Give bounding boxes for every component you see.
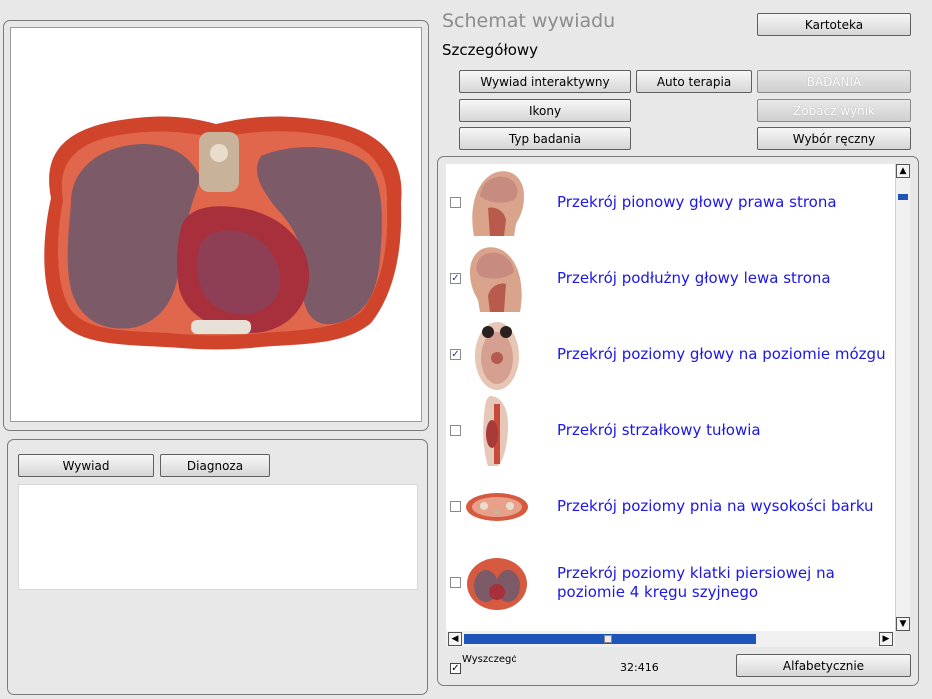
item-label[interactable]: Przekrój poziomy głowy na poziomie mózgu [557,345,887,364]
auto-terapia-button[interactable]: Auto terapia [636,70,752,93]
notes-panel: Wywiad Diagnoza [7,439,428,695]
item-label[interactable]: Przekrój strzałkowy tułowia [557,421,887,440]
zobacz-wynik-button[interactable]: Zobacz wynik [757,99,911,122]
list-item[interactable]: ✓ Przekrój podłużny głowy lewa strona [446,240,895,316]
detailed-checkbox-label: Wyszczegół [462,655,516,665]
wywiad-interaktywny-button[interactable]: Wywiad interaktywny [459,70,631,93]
list-item[interactable]: Przekrój strzałkowy tułowia [446,392,895,468]
wybor-reczny-button[interactable]: Wybór ręczny [757,127,911,150]
sagittal-head-left-icon [470,247,522,312]
axial-chest-icon [467,558,527,610]
list-item[interactable]: Przekrój pionowy głowy prawa strona [446,164,895,240]
item-checkbox[interactable]: ✓ [450,349,461,360]
page-subtitle: Szczegółowy [442,41,539,59]
diagnoza-button[interactable]: Diagnoza [160,454,270,477]
item-checkbox[interactable] [450,501,461,512]
kartoteka-button[interactable]: Kartoteka [757,13,911,36]
notes-textarea[interactable] [18,484,418,590]
list-vertical-scrollbar[interactable]: ▲ ▼ [895,164,910,631]
chest-cross-section-image [44,116,402,350]
record-counter: 32:416 [620,661,659,674]
sagittal-head-right-icon [472,171,524,236]
axial-shoulder-icon [466,493,528,521]
thumb-grip-icon [604,635,612,643]
item-label[interactable]: Przekrój poziomy klatki piersiowej na po… [557,564,887,602]
scroll-right-arrow-icon[interactable]: ▶ [879,632,893,646]
sagittal-torso-icon [483,396,508,466]
detailed-checkbox[interactable]: ✓ [450,663,461,674]
list-item[interactable]: ✓ Przekrój poziomy głowy na poziomie móz… [446,316,895,392]
wywiad-button[interactable]: Wywiad [18,454,154,477]
item-label[interactable]: Przekrój poziomy pnia na wysokości barku [557,497,887,516]
typ-badania-button[interactable]: Typ badania [459,127,631,150]
alfabetycznie-button[interactable]: Alfabetycznie [736,654,911,677]
list-item[interactable]: Przekrój poziomy klatki piersiowej na po… [446,544,895,620]
preview-panel [3,20,429,431]
scroll-down-arrow-icon[interactable]: ▼ [896,617,910,631]
item-label[interactable]: Przekrój pionowy głowy prawa strona [557,193,887,212]
list-item[interactable]: Przekrój poziomy pnia na wysokości barku [446,468,895,544]
horizontal-scroll-thumb[interactable] [464,634,756,644]
item-checkbox[interactable] [450,425,461,436]
page-title: Schemat wywiadu [442,10,616,32]
item-checkbox[interactable]: ✓ [450,273,461,284]
examination-list[interactable]: Przekrój pionowy głowy prawa strona ✓ Pr… [446,164,895,631]
scroll-left-arrow-icon[interactable]: ◀ [448,632,462,646]
item-label[interactable]: Przekrój podłużny głowy lewa strona [557,269,887,288]
scroll-thumb[interactable] [898,194,908,200]
ikony-button[interactable]: Ikony [459,99,631,122]
list-horizontal-scrollbar[interactable]: ◀ ▶ [446,631,895,647]
preview-canvas [10,27,422,422]
badania-button[interactable]: BADANIA [757,70,911,93]
axial-brain-icon [475,322,519,390]
item-checkbox[interactable] [450,577,461,588]
scroll-up-arrow-icon[interactable]: ▲ [896,164,910,178]
item-checkbox[interactable] [450,197,461,208]
